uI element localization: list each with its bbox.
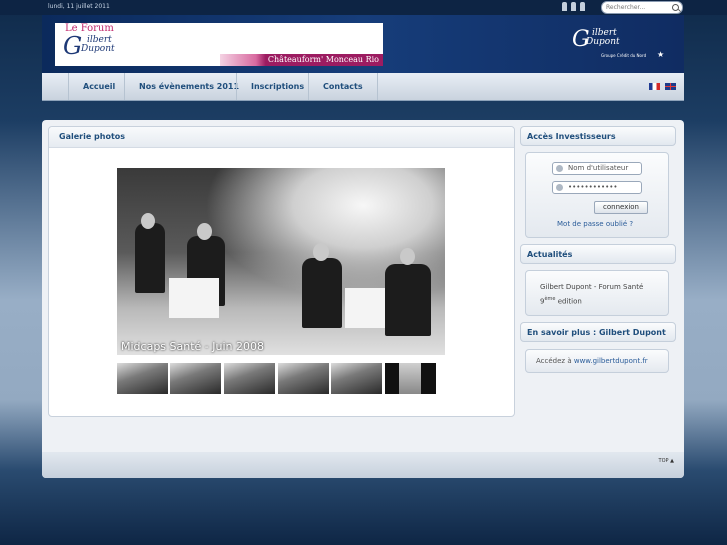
photo-figure-head	[400, 248, 415, 265]
font-size-large-icon[interactable]	[580, 2, 585, 11]
news-header: Actualités	[520, 244, 676, 264]
thumbnail[interactable]	[278, 363, 329, 394]
nav-accueil[interactable]: Accueil	[68, 73, 129, 100]
password-field[interactable]: ••••••••••••	[552, 181, 642, 194]
gd-subtitle: Groupe Crédit du Nord	[601, 53, 647, 58]
english-flag-icon[interactable]	[665, 83, 676, 90]
more-info-box: Accédez à www.gilbertdupont.fr	[525, 349, 669, 373]
photo-figure-head	[197, 223, 212, 240]
search-input[interactable]	[606, 2, 668, 13]
photo-figure-head	[141, 213, 155, 229]
website-line: Accédez à www.gilbertdupont.fr	[536, 357, 648, 365]
gd-dupont: Dupont	[586, 37, 620, 47]
nav-evenements[interactable]: Nos évènements 2011	[124, 73, 253, 100]
thumbnail[interactable]	[331, 363, 382, 394]
thumbnail-strip	[117, 363, 438, 394]
key-icon	[556, 184, 563, 191]
login-box: Nom d'utilisateur •••••••••••• connexion…	[525, 152, 669, 238]
photo-figure-head	[313, 243, 329, 261]
site-banner: Le Forum G ilbert Dupont Châteauform' Mo…	[42, 15, 684, 73]
font-size-controls	[562, 2, 589, 13]
more-info-header: En savoir plus : Gilbert Dupont	[520, 322, 676, 342]
photo-figure	[135, 223, 165, 293]
news-title: Actualités	[527, 250, 573, 259]
forgot-password-link[interactable]: Mot de passe oublié ?	[557, 220, 633, 228]
font-size-small-icon[interactable]	[562, 2, 567, 11]
search-box	[601, 1, 683, 14]
logo-dupont: Dupont	[81, 44, 115, 54]
font-size-medium-icon[interactable]	[571, 2, 576, 11]
forum-logo-words: ilbert Dupont	[79, 36, 115, 54]
top-bar: lundi, 11 juillet 2011	[0, 0, 727, 15]
gilbert-dupont-logo[interactable]: G ilbert Dupont Groupe Crédit du Nord ★	[572, 27, 672, 67]
investor-header: Accès Investisseurs	[520, 126, 676, 146]
news-sup: ème	[544, 296, 556, 302]
main-nav: Accueil Nos évènements 2011 Inscriptions…	[42, 73, 684, 101]
gallery-main-photo[interactable]: Midcaps Santé - Juin 2008	[117, 168, 445, 355]
password-value: ••••••••••••	[568, 183, 618, 191]
photo-table	[169, 278, 219, 318]
photo-caption: Midcaps Santé - Juin 2008	[121, 340, 264, 353]
thumbnail[interactable]	[224, 363, 275, 394]
photo-figure	[302, 258, 342, 328]
french-flag-icon[interactable]	[649, 83, 660, 90]
username-placeholder: Nom d'utilisateur	[568, 164, 629, 172]
venue-stripe: Châteauform' Monceau Rio	[220, 54, 383, 66]
investor-title: Accès Investisseurs	[527, 132, 616, 141]
gallery-header: Galerie photos	[49, 127, 514, 148]
star-icon: ★	[657, 50, 665, 59]
photo-gallery: Galerie photos Midcaps Santé - Juin 2008	[48, 126, 515, 417]
nav-contacts[interactable]: Contacts	[308, 73, 378, 100]
gd-logo-words: ilbert Dupont	[586, 29, 620, 47]
thumbnail[interactable]	[170, 363, 221, 394]
current-date: lundi, 11 juillet 2011	[48, 3, 110, 10]
thumbnail[interactable]	[385, 363, 436, 394]
news-box: Gilbert Dupont - Forum Santé 9ème editio…	[525, 270, 669, 316]
user-icon	[556, 165, 563, 172]
gallery-title: Galerie photos	[59, 132, 126, 141]
venue-text: Châteauform' Monceau Rio	[267, 55, 379, 64]
thumbnail[interactable]	[117, 363, 168, 394]
login-button[interactable]: connexion	[594, 201, 648, 214]
website-prefix: Accédez à	[536, 357, 574, 365]
content-footer: TOP ▲	[42, 452, 684, 478]
news-text-end: edition	[555, 297, 582, 306]
back-to-top-link[interactable]: TOP ▲	[659, 458, 674, 464]
search-icon[interactable]	[672, 4, 679, 11]
photo-table	[345, 288, 385, 328]
photo-figure	[385, 264, 431, 336]
nav-inscriptions[interactable]: Inscriptions	[236, 73, 318, 100]
content-area: Galerie photos Midcaps Santé - Juin 2008	[42, 120, 684, 478]
username-field[interactable]: Nom d'utilisateur	[552, 162, 642, 175]
news-item[interactable]: Gilbert Dupont - Forum Santé 9ème editio…	[540, 281, 660, 307]
forum-logo-panel[interactable]: Le Forum G ilbert Dupont Châteauform' Mo…	[55, 23, 383, 66]
more-info-title: En savoir plus : Gilbert Dupont	[527, 328, 666, 337]
website-link[interactable]: www.gilbertdupont.fr	[574, 357, 648, 365]
